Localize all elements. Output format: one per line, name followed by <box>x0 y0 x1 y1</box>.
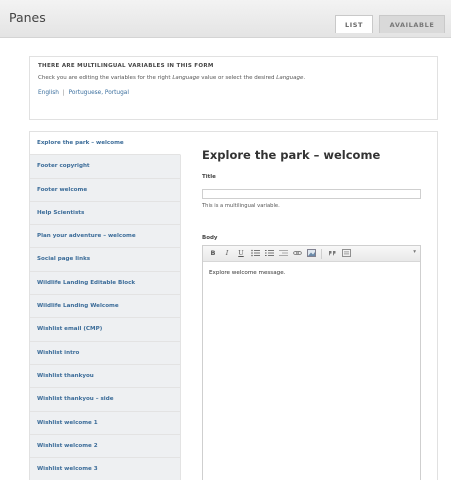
sidebar-item-wishlist-intro[interactable]: Wishlist intro <box>30 341 181 365</box>
image-icon[interactable] <box>305 248 317 259</box>
notice-desc-language-1: Language <box>172 75 200 81</box>
editor-toolbar: B I U ▾ <box>203 246 420 262</box>
sidebar-item-wildlife-landing-welcome[interactable]: Wildlife Landing Welcome <box>30 295 181 319</box>
sidebar-item-wishlist-thankyou-side[interactable]: Wishlist thankyou – side <box>30 388 181 412</box>
italic-button[interactable]: I <box>221 248 233 259</box>
sidebar-item-wishlist-thankyou[interactable]: Wishlist thankyou <box>30 364 181 389</box>
sidebar-item-wishlist-email[interactable]: Wishlist email (CMP) <box>30 318 181 342</box>
view-tabs: LIST AVAILABLE <box>335 15 445 33</box>
language-separator: | <box>62 90 65 96</box>
quote-icon[interactable] <box>326 248 338 259</box>
variables-sidebar: Explore the park – welcome Footer copyri… <box>30 132 181 480</box>
body-label: Body <box>202 235 218 241</box>
toolbar-expand-icon[interactable]: ▾ <box>413 249 416 255</box>
bulleted-list-icon[interactable] <box>249 248 261 259</box>
sidebar-item-social-page-links[interactable]: Social page links <box>30 248 181 272</box>
sidebar-item-plan-your-adventure-welcome[interactable]: Plan your adventure – welcome <box>30 225 181 249</box>
body-text[interactable]: Explore welcome message. <box>203 262 420 284</box>
notice-heading: THERE ARE MULTILINGUAL VARIABLES IN THIS… <box>38 63 214 69</box>
source-code-icon[interactable] <box>340 248 352 259</box>
bold-button[interactable]: B <box>207 248 219 259</box>
tab-list[interactable]: LIST <box>335 15 373 33</box>
notice-desc-language-2: Language <box>276 75 304 81</box>
language-link-english[interactable]: English <box>38 90 59 96</box>
notice-description: Check you are editing the variables for … <box>38 75 429 81</box>
language-links: English | Portuguese, Portugal <box>38 90 429 96</box>
toolbar-separator <box>321 248 322 259</box>
underline-button[interactable]: U <box>235 248 247 259</box>
notice-desc-end: . <box>303 75 306 81</box>
sidebar-item-footer-copyright[interactable]: Footer copyright <box>30 155 181 179</box>
pane-title: Explore the park – welcome <box>202 148 381 162</box>
sidebar-item-wildlife-landing-editable-block[interactable]: Wildlife Landing Editable Block <box>30 271 181 296</box>
title-label: Title <box>202 174 216 180</box>
header-bar: Panes LIST AVAILABLE <box>0 0 451 38</box>
page-title: Panes <box>9 10 46 25</box>
indent-icon[interactable] <box>277 248 289 259</box>
variable-editor: Explore the park – welcome Title This is… <box>202 144 430 480</box>
sidebar-item-footer-welcome[interactable]: Footer welcome <box>30 178 181 202</box>
notice-desc-pre: Check you are editing the variables for … <box>38 75 173 81</box>
numbered-list-icon[interactable] <box>263 248 275 259</box>
sidebar-item-wishlist-welcome-2[interactable]: Wishlist welcome 2 <box>30 434 181 459</box>
body-editor[interactable]: B I U ▾ Explore welcome message. <box>202 245 421 480</box>
variables-panel: Explore the park – welcome Footer copyri… <box>29 131 438 480</box>
multilingual-notice: THERE ARE MULTILINGUAL VARIABLES IN THIS… <box>29 56 438 120</box>
sidebar-item-help-scientists[interactable]: Help Scientists <box>30 201 181 226</box>
language-link-portuguese[interactable]: Portuguese, Portugal <box>69 90 129 96</box>
sidebar-item-wishlist-welcome-1[interactable]: Wishlist welcome 1 <box>30 411 181 435</box>
title-hint: This is a multilingual variable. <box>202 203 280 209</box>
title-input[interactable] <box>202 189 421 199</box>
sidebar-item-explore-the-park-welcome[interactable]: Explore the park – welcome <box>30 132 181 156</box>
sidebar-item-wishlist-welcome-3[interactable]: Wishlist welcome 3 <box>30 458 181 480</box>
tab-available[interactable]: AVAILABLE <box>379 15 445 33</box>
notice-desc-mid: value or select the desired <box>199 75 277 81</box>
link-icon[interactable] <box>291 248 303 259</box>
